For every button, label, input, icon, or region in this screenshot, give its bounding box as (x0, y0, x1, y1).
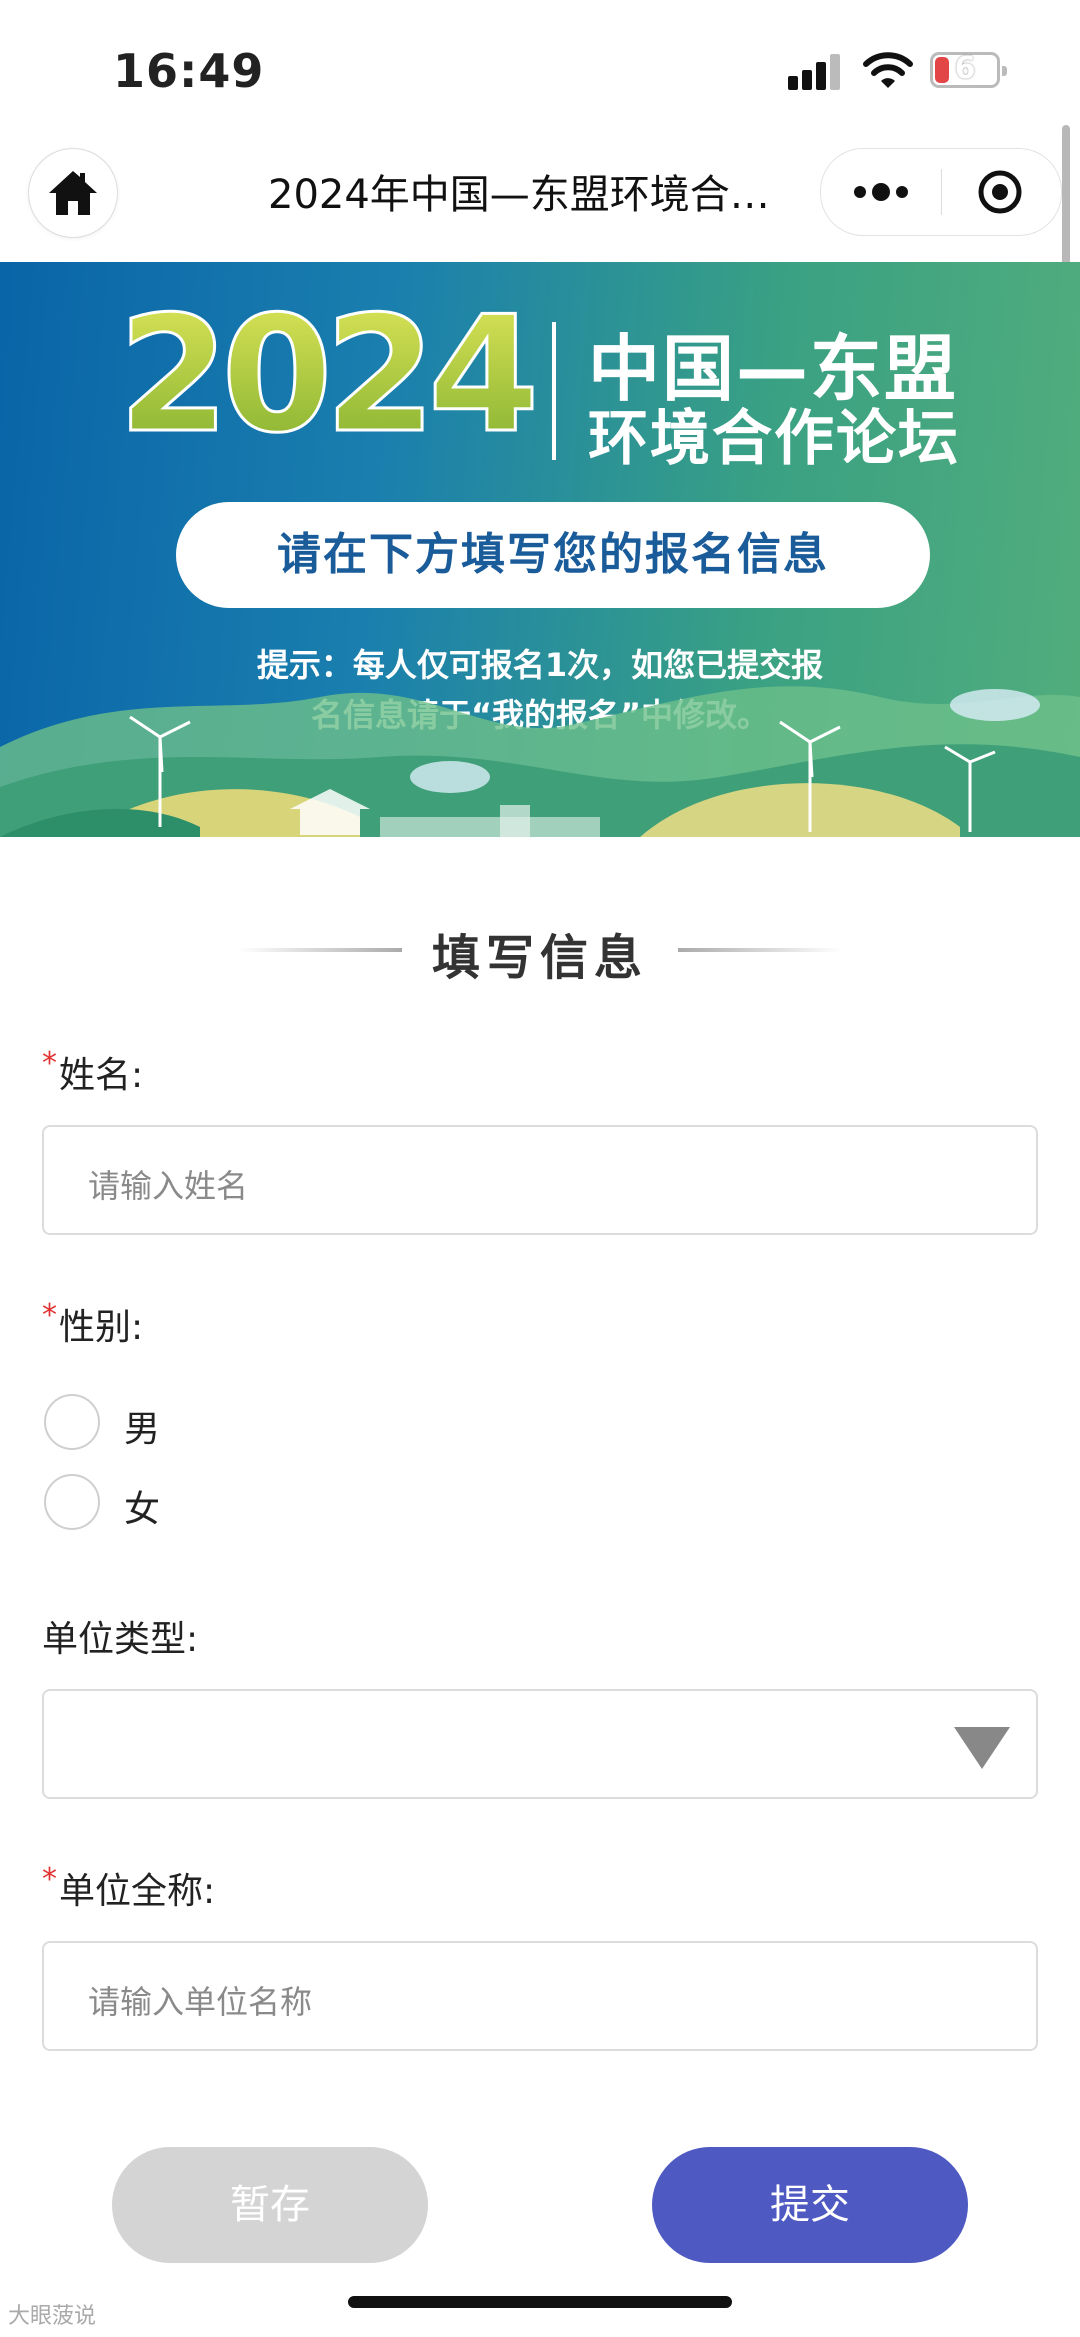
org-type-label: 单位类型: (42, 1610, 198, 1662)
section-title-line-right (678, 948, 842, 952)
battery-icon: 6 (930, 51, 1007, 88)
event-banner: 2024 中国—东盟 环境合作论坛 请在下方填写您的报名信息 提示：每人仅可报名… (0, 262, 1080, 837)
banner-title-line2: 环境合作论坛 (588, 404, 960, 474)
watermark: 大眼菠说 (8, 2304, 97, 2329)
banner-year-logo: 2024 (118, 302, 538, 437)
banner-landscape-illustration (0, 686, 1080, 837)
submit-button[interactable]: 提交 (652, 2147, 968, 2263)
mini-program-navbar: 2024年中国—东盟环境合… (0, 140, 1080, 262)
home-button[interactable] (28, 148, 118, 238)
gender-label: *性别: (42, 1298, 143, 1350)
close-miniprogram-icon[interactable] (977, 169, 1023, 215)
capsule-menu (820, 148, 1062, 236)
gender-option-label: 男 (124, 1409, 161, 1450)
name-label: *姓名: (42, 1046, 143, 1098)
radio-button[interactable] (44, 1474, 100, 1530)
page-title: 2024年中国—东盟环境合… (268, 172, 770, 218)
section-title: 填写信息 (431, 930, 648, 986)
banner-divider (552, 322, 556, 460)
required-mark: * (42, 1862, 57, 1897)
capsule-divider (941, 169, 942, 215)
radio-button[interactable] (44, 1394, 100, 1450)
org-name-input[interactable]: 请输入单位名称 (42, 1941, 1038, 2051)
required-mark: * (42, 1046, 57, 1081)
org-name-label-text: 单位全称: (59, 1871, 216, 1912)
banner-callout-text: 请在下方填写您的报名信息 (277, 529, 829, 580)
dropdown-arrow-icon[interactable] (954, 1727, 1010, 1769)
save-draft-button[interactable]: 暂存 (112, 2147, 428, 2263)
status-bar: 16:49 6 (0, 0, 1080, 140)
wifi-icon (863, 52, 913, 88)
name-input[interactable]: 请输入姓名 (42, 1125, 1038, 1235)
cellular-signal-icon (788, 54, 844, 90)
more-icon[interactable] (851, 179, 911, 205)
org-type-label-text: 单位类型: (42, 1619, 199, 1660)
banner-callout: 请在下方填写您的报名信息 (176, 502, 930, 608)
banner-year-text: 2024 (118, 302, 532, 437)
org-name-label: *单位全称: (42, 1862, 215, 1914)
name-label-text: 姓名: (59, 1055, 144, 1096)
required-mark: * (42, 1298, 57, 1333)
name-input-placeholder: 请输入姓名 (88, 1167, 249, 1205)
gender-option-label: 女 (124, 1489, 161, 1530)
home-indicator[interactable] (348, 2296, 732, 2308)
org-name-input-placeholder: 请输入单位名称 (88, 1983, 313, 2021)
status-time: 16:49 (113, 44, 265, 98)
battery-level: 6 (954, 51, 976, 86)
home-icon (49, 171, 97, 215)
org-type-select[interactable] (42, 1689, 1038, 1799)
gender-label-text: 性别: (59, 1307, 144, 1348)
